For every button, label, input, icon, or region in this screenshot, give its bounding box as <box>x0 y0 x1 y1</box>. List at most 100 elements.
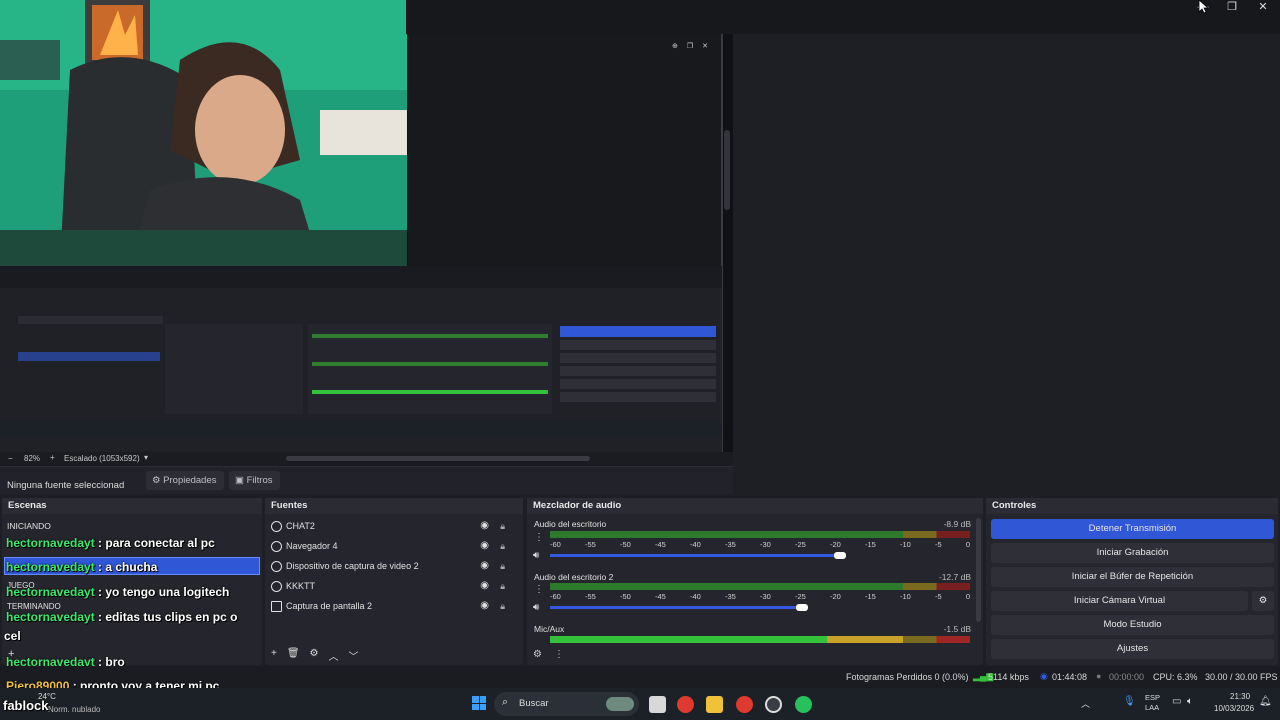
notification-icon[interactable]: 🔔︎ <box>1259 696 1272 707</box>
lang-layout[interactable]: LAA <box>1145 703 1159 712</box>
fps: 30.00 / 30.00 FPS <box>1205 672 1278 682</box>
preview-scrollbar[interactable] <box>724 130 730 210</box>
chevron-down-icon[interactable]: ▾ <box>144 453 148 462</box>
volume-slider[interactable] <box>550 604 808 611</box>
chat-user: hectornavedayt <box>6 536 95 550</box>
chat-line: hectornavedayt : yo tengo una logitech <box>6 585 229 599</box>
speaker-icon[interactable]: 🔊︎ <box>533 602 539 613</box>
dropped-frames: Fotogramas Perdidos 0 (0.0%) <box>846 672 969 682</box>
volume-meter <box>550 531 970 538</box>
chrome-icon-2[interactable] <box>736 696 753 713</box>
menu-icon[interactable]: ⋮ <box>534 584 544 595</box>
windows-start-icon[interactable] <box>472 696 486 710</box>
browser-icon <box>271 581 282 593</box>
weather-desc: Norm. nublado <box>48 705 101 714</box>
volume-slider-knob[interactable] <box>796 604 808 611</box>
chat-user: hectornavedayt <box>6 610 95 624</box>
source-label: Dispositivo de captura de video 2 <box>286 561 419 571</box>
meter-tick-label: -55 <box>585 592 596 601</box>
chat-msg: : para conectar al pc <box>94 536 215 550</box>
menu-icon[interactable]: ⋮ <box>534 532 544 543</box>
eye-icon[interactable]: ◉ <box>480 517 489 535</box>
monitor-icon <box>271 601 282 613</box>
eye-icon[interactable]: ◉ <box>480 597 489 615</box>
menu-icon[interactable]: ⋮ <box>554 649 564 660</box>
source-item[interactable]: Navegador 4 ◉ 🔒︎ <box>271 537 515 555</box>
live-icon: ◉ <box>1040 671 1048 681</box>
gear-icon[interactable]: ⚙ <box>1252 591 1274 611</box>
virtual-camera-button[interactable]: Iniciar Cámara Virtual <box>991 591 1248 611</box>
source-item[interactable]: Captura de pantalla 2 ◉ 🔒︎ <box>271 597 515 615</box>
settings-button[interactable]: Ajustes <box>991 639 1274 659</box>
lock-icon[interactable]: 🔒︎ <box>500 577 505 595</box>
whatsapp-icon[interactable] <box>795 696 812 713</box>
move-down-icon[interactable]: ﹀ <box>349 648 359 663</box>
properties-label: Propiedades <box>163 475 217 486</box>
clock-time[interactable]: 21:30 <box>1230 692 1250 701</box>
eye-icon[interactable]: ◉ <box>480 557 489 575</box>
horizontal-scrollbar[interactable] <box>286 456 590 461</box>
chat-msg: cel <box>4 629 21 643</box>
properties-button[interactable]: ⚙ Propiedades <box>146 471 224 490</box>
nested-ctl: ❐ <box>686 43 694 50</box>
move-up-icon[interactable]: ︿ <box>329 648 339 663</box>
eye-icon[interactable]: ◉ <box>480 577 489 595</box>
lock-icon[interactable]: 🔒︎ <box>500 537 505 555</box>
zoom-level: 82% <box>24 454 41 463</box>
zoom-minus[interactable]: − <box>8 454 13 463</box>
advanced-audio-icon[interactable]: ⚙ <box>533 649 542 660</box>
gear-icon: ⚙ <box>152 475 164 486</box>
meter-tick-label: -5 <box>935 592 942 601</box>
source-item[interactable]: CHAT2 ◉ 🔒︎ <box>271 517 515 535</box>
webcam-feed <box>0 0 407 266</box>
meter-tick-label: -50 <box>620 592 631 601</box>
chat-line: fablock <box>3 698 49 713</box>
chevron-up-icon[interactable]: ︿ <box>1081 697 1090 710</box>
meter-tick-label: -25 <box>795 592 806 601</box>
controls-dock: Controles Detener Transmisión Iniciar Gr… <box>986 498 1278 665</box>
task-view-icon[interactable] <box>649 696 666 713</box>
microphone-icon[interactable]: 🎙︎ <box>1123 696 1136 707</box>
mixer-scrollbar[interactable] <box>976 518 981 622</box>
trash-icon[interactable]: 🗑︎ <box>287 648 300 663</box>
speaker-icon[interactable]: 🔊︎ <box>533 550 539 561</box>
volume-slider[interactable] <box>550 552 846 559</box>
eye-icon[interactable]: ◉ <box>480 537 489 555</box>
chrome-icon[interactable] <box>677 696 694 713</box>
lock-icon[interactable]: 🔒︎ <box>500 597 505 615</box>
lock-icon[interactable]: 🔒︎ <box>500 557 505 575</box>
meter-tick-label: -60 <box>550 540 561 549</box>
meter-ticks: -60 -55 -50 -45 -40 -35 -30 -25 -20 -15 -10 -5 0 <box>550 540 970 550</box>
obs-icon[interactable] <box>765 696 782 713</box>
maximize-button[interactable]: ❐ <box>1217 0 1247 14</box>
source-item[interactable]: Dispositivo de captura de video 2 ◉ 🔒︎ <box>271 557 515 575</box>
volume-slider-knob[interactable] <box>833 552 846 559</box>
meter-tick-label: -10 <box>900 540 911 549</box>
network-icon[interactable]: ▭ <box>1172 696 1181 707</box>
lock-icon[interactable]: 🔒︎ <box>500 517 505 535</box>
nested-window-controls: ⊕ ❐ ✕ <box>672 42 722 52</box>
volume-icon[interactable]: 🔈︎ <box>1187 696 1193 707</box>
title-bar <box>406 0 1280 34</box>
search-icon: ⌕ <box>502 696 509 708</box>
scene-item[interactable]: INICIANDO <box>7 521 51 531</box>
start-recording-button[interactable]: Iniciar Grabación <box>991 543 1274 563</box>
replay-buffer-button[interactable]: Iniciar el Búfer de Repetición <box>991 567 1274 587</box>
source-item[interactable]: KKKTT ◉ 🔒︎ <box>271 577 515 595</box>
record-time: 00:00:00 <box>1109 672 1145 682</box>
lang-code[interactable]: ESP <box>1145 693 1160 702</box>
folder-icon[interactable] <box>706 696 723 713</box>
close-button[interactable]: ✕ <box>1248 0 1278 14</box>
clock-date[interactable]: 10/03/2026 <box>1214 704 1254 713</box>
add-source-button[interactable]: + <box>271 648 277 663</box>
meter-tick-label: -45 <box>655 540 666 549</box>
taskbar-search[interactable]: ⌕ Buscar <box>494 692 639 716</box>
stop-streaming-button[interactable]: Detener Transmisión <box>991 519 1274 539</box>
filters-button[interactable]: ▣ Filtros <box>229 471 280 490</box>
zoom-plus[interactable]: + <box>50 453 55 462</box>
meter-tick-label: -45 <box>655 592 666 601</box>
studio-mode-button[interactable]: Modo Estudio <box>991 615 1274 635</box>
volume-meter <box>550 636 970 643</box>
search-highlight-icon <box>606 697 634 711</box>
gear-icon[interactable]: ⚙ <box>310 648 319 663</box>
